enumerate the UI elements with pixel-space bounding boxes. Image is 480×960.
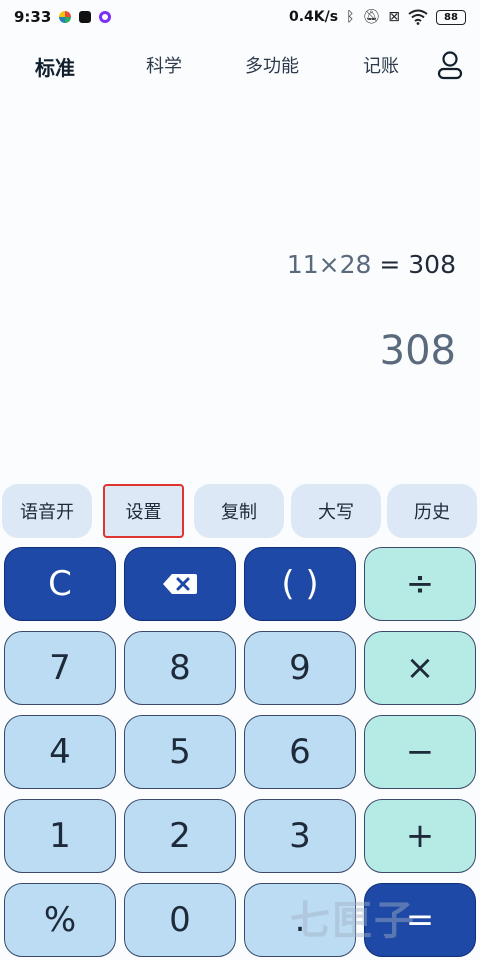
digit-6-button[interactable]: 6 [244, 715, 356, 789]
decimal-point-button[interactable]: . [244, 883, 356, 957]
battery-indicator: 88 [436, 9, 466, 25]
app-circle-icon [99, 11, 112, 23]
uppercase-button[interactable]: 大写 [291, 484, 381, 538]
backspace-button[interactable] [124, 547, 236, 621]
status-right: 0.4K/s ᛒ 🔕︎ ⊠ 88 [289, 9, 466, 25]
voice-toggle-button[interactable]: 语音开 [2, 484, 92, 538]
digit-8-button[interactable]: 8 [124, 631, 236, 705]
expression: 11×28 [286, 250, 372, 279]
mode-tabs: 标准 科学 多功能 记账 [0, 44, 480, 88]
backspace-icon [163, 574, 197, 594]
tab-scientific[interactable]: 科学 [146, 52, 182, 78]
copy-button[interactable]: 复制 [194, 484, 284, 538]
digit-9-button[interactable]: 9 [244, 631, 356, 705]
divide-button[interactable]: ÷ [364, 547, 476, 621]
digit-7-button[interactable]: 7 [4, 631, 116, 705]
clear-button[interactable]: C [4, 547, 116, 621]
expression-line: 11×28 = 308 [287, 250, 456, 279]
settings-button[interactable]: 设置 [103, 484, 184, 538]
equals-sign: = [379, 250, 401, 279]
tab-bookkeeping[interactable]: 记账 [363, 52, 399, 78]
tab-multifunction[interactable]: 多功能 [245, 52, 299, 78]
user-icon[interactable] [436, 50, 464, 80]
digit-2-button[interactable]: 2 [124, 799, 236, 873]
expression-result: 308 [408, 250, 456, 279]
percent-button[interactable]: % [4, 883, 116, 957]
plus-button[interactable]: + [364, 799, 476, 873]
bluetooth-icon: ᛒ [346, 9, 355, 25]
tiktok-icon [79, 11, 92, 23]
sim-icon: ⊠ [388, 9, 400, 25]
parenthesis-button[interactable]: ( ) [244, 547, 356, 621]
minus-button[interactable]: − [364, 715, 476, 789]
status-left: 9:33 [14, 8, 112, 26]
app-notification-icon [59, 11, 72, 23]
digit-0-button[interactable]: 0 [124, 883, 236, 957]
multiply-button[interactable]: × [364, 631, 476, 705]
wifi-icon [408, 9, 428, 25]
equals-button[interactable]: = [364, 883, 476, 957]
digit-3-button[interactable]: 3 [244, 799, 356, 873]
mute-icon: 🔕︎ [362, 9, 381, 25]
digit-1-button[interactable]: 1 [4, 799, 116, 873]
net-speed: 0.4K/s [288, 9, 339, 25]
digit-4-button[interactable]: 4 [4, 715, 116, 789]
function-row: 语音开 设置 复制 大写 历史 [0, 484, 480, 538]
status-bar: 9:33 0.4K/s ᛒ 🔕︎ ⊠ 88 [0, 0, 480, 34]
result-display: 308 [379, 328, 456, 374]
tab-standard[interactable]: 标准 [35, 52, 75, 81]
digit-5-button[interactable]: 5 [124, 715, 236, 789]
status-time: 9:33 [14, 8, 52, 26]
history-button[interactable]: 历史 [387, 484, 477, 538]
